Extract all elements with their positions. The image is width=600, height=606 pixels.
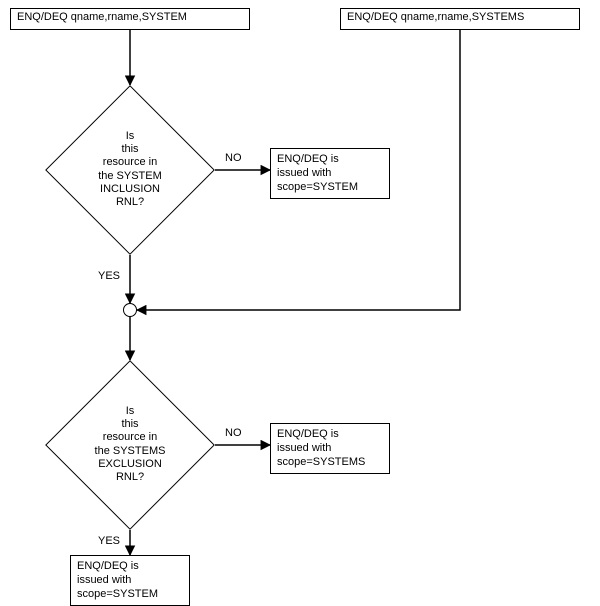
decision-exclusion-rnl xyxy=(45,360,215,530)
start-node-system-text: ENQ/DEQ qname,rname,SYSTEM xyxy=(17,11,187,23)
decision-inclusion-rnl xyxy=(45,85,215,255)
result-scope-system-1-text: ENQ/DEQ is issued with scope=SYSTEM xyxy=(277,153,358,193)
start-node-systems: ENQ/DEQ qname,rname,SYSTEMS xyxy=(340,8,580,30)
edge-label-d1-yes: YES xyxy=(98,270,120,282)
result-scope-system-1: ENQ/DEQ is issued with scope=SYSTEM xyxy=(270,148,390,199)
flowchart-canvas: ENQ/DEQ qname,rname,SYSTEM ENQ/DEQ qname… xyxy=(0,0,600,603)
start-node-systems-text: ENQ/DEQ qname,rname,SYSTEMS xyxy=(347,11,524,23)
result-scope-systems-text: ENQ/DEQ is issued with scope=SYSTEMS xyxy=(277,428,365,468)
edge-label-d2-no: NO xyxy=(225,427,242,439)
edge-label-d1-no: NO xyxy=(225,152,242,164)
result-scope-system-2: ENQ/DEQ is issued with scope=SYSTEM xyxy=(70,555,190,606)
edges-layer xyxy=(0,0,600,603)
result-scope-system-2-text: ENQ/DEQ is issued with scope=SYSTEM xyxy=(77,560,158,600)
result-scope-systems: ENQ/DEQ is issued with scope=SYSTEMS xyxy=(270,423,390,474)
start-node-system: ENQ/DEQ qname,rname,SYSTEM xyxy=(10,8,250,30)
edge-label-d2-yes: YES xyxy=(98,535,120,547)
connector-node xyxy=(123,303,137,317)
